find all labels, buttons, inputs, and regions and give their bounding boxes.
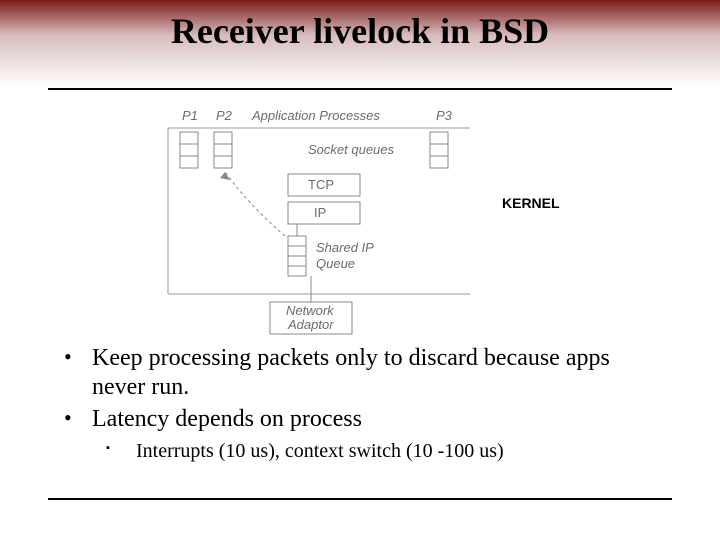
sub-bullet-item: Interrupts (10 us), context switch (10 -…	[58, 438, 668, 464]
label-app-processes: Application Processes	[251, 108, 380, 123]
top-divider	[48, 88, 672, 90]
queue-p1	[180, 132, 198, 168]
label-ip: IP	[314, 205, 326, 220]
slide-title: Receiver livelock in BSD	[0, 10, 720, 52]
label-queue: Queue	[316, 256, 355, 271]
label-adaptor: Adaptor	[287, 317, 334, 332]
shared-ip-queue	[288, 236, 306, 276]
label-kernel: KERNEL	[502, 195, 560, 211]
label-tcp: TCP	[308, 177, 334, 192]
queue-p2	[214, 132, 232, 168]
bullet-item: Latency depends on process	[58, 405, 668, 434]
slide: Receiver livelock in BSD P1 P2 Applicati…	[0, 0, 720, 540]
label-p1: P1	[182, 108, 198, 123]
queue-p3	[430, 132, 448, 168]
kernel-diagram: P1 P2 Application Processes P3	[130, 106, 590, 336]
label-socket-queues: Socket queues	[308, 142, 395, 157]
label-network: Network	[286, 303, 335, 318]
bullet-list: Keep processing packets only to discard …	[58, 344, 668, 464]
bottom-divider	[48, 498, 672, 500]
label-shared-ip: Shared IP	[316, 240, 374, 255]
label-p2: P2	[216, 108, 233, 123]
bullet-item: Keep processing packets only to discard …	[58, 344, 668, 403]
dashed-arrow	[220, 172, 285, 236]
slide-header: Receiver livelock in BSD	[0, 0, 720, 88]
label-p3: P3	[436, 108, 453, 123]
